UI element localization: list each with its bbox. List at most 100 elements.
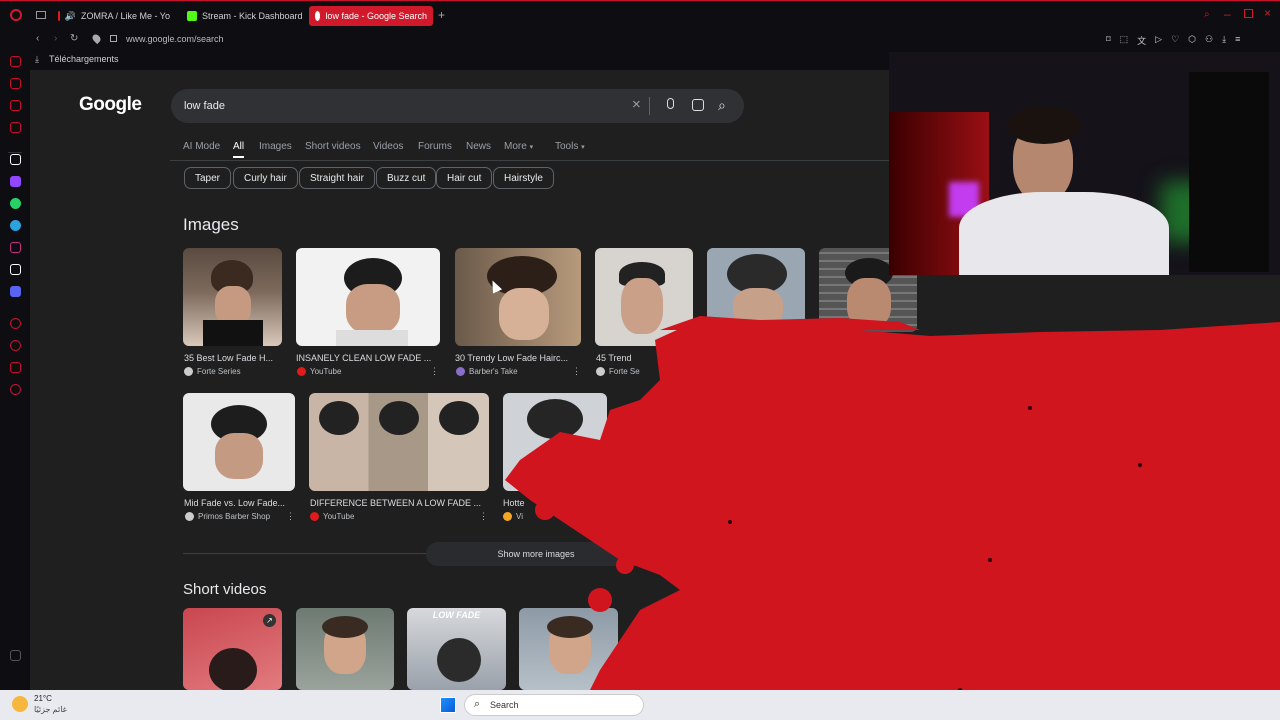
image-caption[interactable]: 35 Best Low Fade H... bbox=[184, 353, 282, 363]
chip-straight-hair[interactable]: Straight hair bbox=[299, 167, 375, 189]
maximize-icon[interactable] bbox=[1244, 9, 1253, 18]
image-result-thumb[interactable] bbox=[503, 393, 607, 491]
image-caption[interactable]: Mid Fade vs. Low Fade... bbox=[184, 498, 294, 508]
tab-ai-mode[interactable]: AI Mode bbox=[183, 141, 220, 152]
short-video-thumb[interactable]: ↗ bbox=[183, 608, 282, 690]
back-icon[interactable]: ‹ bbox=[36, 33, 39, 44]
bag-icon[interactable] bbox=[10, 78, 21, 89]
telegram-icon[interactable] bbox=[10, 220, 21, 231]
image-result-thumb[interactable] bbox=[296, 248, 440, 346]
profile-icon[interactable]: ⚇ bbox=[1205, 34, 1213, 47]
google-logo[interactable]: Google bbox=[79, 94, 142, 116]
image-source[interactable]: Vi bbox=[503, 512, 523, 521]
search-input[interactable]: low fade bbox=[184, 100, 225, 112]
chip-hairstyle[interactable]: Hairstyle bbox=[493, 167, 554, 189]
extensions-sidebar-icon[interactable] bbox=[10, 362, 21, 373]
image-result-thumb[interactable] bbox=[309, 393, 489, 491]
taskbar-search[interactable]: ⌕ Search bbox=[464, 694, 644, 716]
ai-icon[interactable] bbox=[10, 56, 21, 67]
instagram-icon[interactable] bbox=[10, 242, 21, 253]
twitch-icon[interactable] bbox=[10, 176, 21, 187]
image-source[interactable]: YouTube bbox=[297, 367, 341, 376]
image-result-thumb[interactable] bbox=[455, 248, 581, 346]
image-caption[interactable]: 45 Trend bbox=[596, 353, 656, 363]
external-link-icon[interactable]: ↗ bbox=[263, 614, 276, 627]
chip-hair-cut[interactable]: Hair cut bbox=[436, 167, 493, 189]
image-caption[interactable]: 30 Trendy Low Fade Hairc... bbox=[455, 353, 577, 363]
download-icon[interactable]: ⤓ bbox=[1222, 34, 1226, 47]
search-tabs-icon[interactable]: ⌕ bbox=[1204, 9, 1210, 20]
tab-news[interactable]: News bbox=[466, 141, 491, 152]
short-video-thumb[interactable]: LOW FADE bbox=[407, 608, 506, 690]
reload-icon[interactable]: ↻ bbox=[70, 33, 78, 44]
gx-icon[interactable] bbox=[10, 650, 21, 661]
chip-curly-hair[interactable]: Curly hair bbox=[233, 167, 298, 189]
image-source[interactable]: Forte Series bbox=[184, 367, 241, 376]
menu-icon[interactable]: ≡ bbox=[1235, 34, 1240, 47]
camera-icon[interactable] bbox=[692, 99, 704, 111]
tab-images[interactable]: Images bbox=[259, 141, 292, 152]
image-caption[interactable]: Hotte bbox=[503, 498, 543, 508]
messenger-icon[interactable] bbox=[10, 122, 21, 133]
more-options-icon[interactable]: ⋮ bbox=[572, 366, 581, 377]
history-icon[interactable] bbox=[10, 340, 21, 351]
more-options-icon[interactable]: ⋮ bbox=[286, 511, 295, 522]
clear-icon[interactable]: × bbox=[632, 96, 641, 113]
forward-icon[interactable]: › bbox=[54, 33, 57, 44]
downloads-label[interactable]: Téléchargements bbox=[49, 54, 119, 64]
tab-videos[interactable]: Videos bbox=[373, 141, 403, 152]
tab-all[interactable]: All bbox=[233, 141, 244, 152]
discord-icon[interactable] bbox=[10, 286, 21, 297]
chat-icon[interactable] bbox=[10, 100, 21, 111]
aria-icon[interactable] bbox=[10, 154, 21, 165]
image-caption[interactable]: INSANELY CLEAN LOW FADE ... bbox=[296, 353, 436, 363]
tiktok-icon[interactable] bbox=[10, 264, 21, 275]
temperature[interactable]: 21°C bbox=[34, 694, 52, 703]
chip-buzz-cut[interactable]: Buzz cut bbox=[376, 167, 437, 189]
location-icon[interactable] bbox=[90, 32, 103, 45]
settings-icon[interactable] bbox=[10, 384, 21, 395]
player-icon[interactable]: ▷ bbox=[1155, 34, 1162, 47]
more-options-icon[interactable]: ⋮ bbox=[430, 366, 439, 377]
image-source[interactable]: Primos Barber Shop bbox=[185, 512, 270, 521]
image-source[interactable]: Forte Se bbox=[596, 367, 640, 376]
tab-youtube[interactable]: 🔊 ZOMRA / Like Me - Yo bbox=[58, 6, 170, 26]
image-result-thumb[interactable] bbox=[183, 393, 295, 491]
tab-tools[interactable]: Tools ▾ bbox=[555, 141, 585, 152]
extensions-icon[interactable]: ⬡ bbox=[1188, 34, 1196, 47]
minimize-icon[interactable]: – bbox=[1224, 7, 1231, 21]
new-tab-icon[interactable]: + bbox=[438, 8, 445, 22]
heart-icon[interactable]: ♡ bbox=[1171, 34, 1179, 47]
image-caption[interactable]: DIFFERENCE BETWEEN A LOW FADE ... bbox=[310, 498, 488, 508]
weather-icon[interactable] bbox=[12, 696, 28, 712]
workspace-icon[interactable] bbox=[36, 11, 46, 19]
microphone-icon[interactable] bbox=[667, 98, 674, 109]
image-source[interactable]: Barber's Take bbox=[456, 367, 518, 376]
tab-forums[interactable]: Forums bbox=[418, 141, 452, 152]
short-video-thumb[interactable] bbox=[296, 608, 394, 690]
tab-short-videos[interactable]: Short videos bbox=[305, 141, 361, 152]
search-icon[interactable]: ⌕ bbox=[718, 97, 726, 114]
bookmark-icon[interactable]: ⌑ bbox=[1106, 34, 1111, 47]
tab-google-active[interactable]: low fade - Google Search bbox=[309, 6, 433, 26]
player-sidebar-icon[interactable] bbox=[10, 318, 21, 329]
image-source[interactable]: YouTube bbox=[310, 512, 354, 521]
whatsapp-icon[interactable] bbox=[10, 198, 21, 209]
image-result-thumb[interactable] bbox=[595, 248, 693, 346]
translate-icon[interactable]: 文 bbox=[1137, 34, 1146, 47]
show-more-images-button[interactable]: Show more images bbox=[426, 542, 646, 566]
search-box[interactable]: low fade × ⌕ bbox=[171, 89, 744, 123]
snapshot-icon[interactable]: ⬚ bbox=[1120, 34, 1129, 47]
url-field[interactable]: www.google.com/search bbox=[126, 34, 224, 44]
windows-start-icon[interactable] bbox=[440, 697, 456, 713]
chip-taper[interactable]: Taper bbox=[184, 167, 232, 189]
opera-logo-icon[interactable] bbox=[10, 9, 22, 21]
image-result-thumb[interactable] bbox=[707, 248, 805, 332]
close-window-icon[interactable]: × bbox=[1264, 6, 1271, 20]
tab-more[interactable]: More ▾ bbox=[504, 141, 533, 152]
tab-kick[interactable]: Stream - Kick Dashboard bbox=[187, 6, 305, 26]
lock-icon[interactable] bbox=[110, 35, 117, 42]
short-video-thumb[interactable] bbox=[519, 608, 618, 690]
more-options-icon[interactable]: ⋮ bbox=[479, 511, 488, 522]
image-result-thumb[interactable] bbox=[183, 248, 282, 346]
